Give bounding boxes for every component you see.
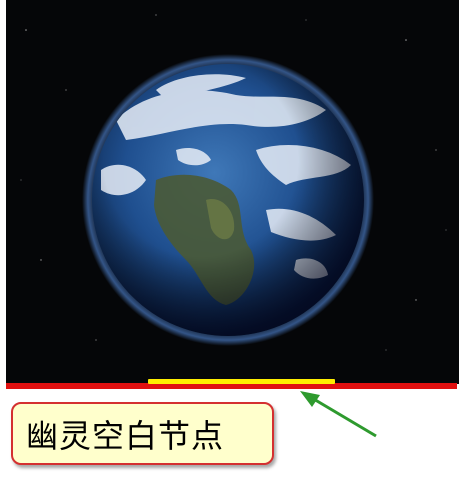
yellow-highlight-bar bbox=[148, 379, 335, 384]
green-arrow-icon bbox=[300, 391, 377, 438]
callout-label: 幽灵空白节点 bbox=[26, 416, 225, 455]
earth-globe-icon bbox=[6, 0, 459, 384]
callout-box: 幽灵空白节点 bbox=[11, 402, 274, 465]
earth-image bbox=[6, 0, 459, 384]
